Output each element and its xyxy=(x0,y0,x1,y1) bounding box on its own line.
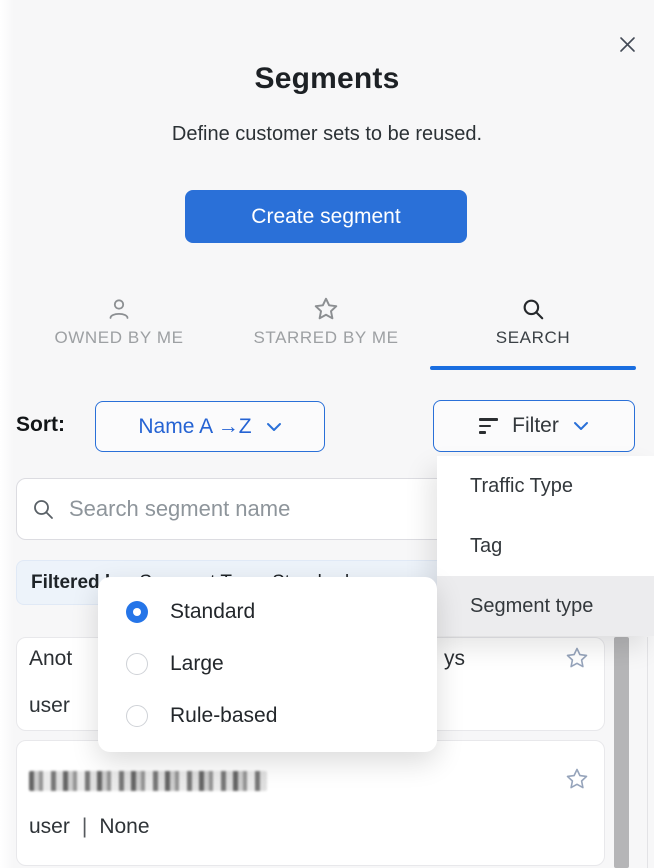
chevron-down-icon xyxy=(573,421,589,431)
radio-selected-icon xyxy=(126,601,148,623)
segment-meta-type: user xyxy=(29,815,70,839)
radio-unselected-icon xyxy=(126,653,148,675)
create-segment-button[interactable]: Create segment xyxy=(185,190,467,243)
sort-dropdown[interactable]: Name A →Z xyxy=(95,401,325,452)
chevron-down-icon xyxy=(266,422,282,432)
sort-dropdown-value: Name A →Z xyxy=(138,415,251,439)
segment-meta-separator: | xyxy=(82,815,87,839)
radio-option-rule-based[interactable]: Rule-based xyxy=(98,690,437,742)
tab-starred-by-me[interactable]: STARRED BY ME xyxy=(223,296,429,348)
segments-drawer: Segments Define customer sets to be reus… xyxy=(0,0,654,868)
radio-option-label: Standard xyxy=(170,600,255,624)
tab-owned-by-me[interactable]: OWNED BY ME xyxy=(16,296,222,348)
star-toggle-button[interactable] xyxy=(565,767,589,791)
segment-meta: user | None xyxy=(29,815,150,839)
segment-meta: user xyxy=(29,694,70,718)
sort-label: Sort: xyxy=(16,413,65,437)
star-icon xyxy=(565,767,589,791)
tab-label: OWNED BY ME xyxy=(54,328,183,348)
segment-title-fragment: ys xyxy=(444,647,465,671)
radio-unselected-icon xyxy=(126,705,148,727)
scrollbar-thumb[interactable] xyxy=(614,637,629,868)
star-icon xyxy=(565,646,589,670)
scroll-area-divider xyxy=(647,637,648,868)
tab-search[interactable]: SEARCH xyxy=(430,296,636,348)
filter-menu-item-tag[interactable]: Tag xyxy=(437,516,654,576)
page-subtitle: Define customer sets to be reused. xyxy=(0,123,654,146)
tab-label: STARRED BY ME xyxy=(253,328,398,348)
redacted-segment-name xyxy=(29,771,267,791)
filter-dropdown-label: Filter xyxy=(512,414,559,438)
segment-card[interactable]: user | None xyxy=(16,740,605,866)
radio-option-label: Large xyxy=(170,652,224,676)
filter-icon xyxy=(479,418,498,434)
star-toggle-button[interactable] xyxy=(565,646,589,670)
tab-label: SEARCH xyxy=(496,328,570,348)
search-icon xyxy=(520,296,546,322)
radio-option-label: Rule-based xyxy=(170,704,277,728)
segment-type-popover: Standard Large Rule-based xyxy=(98,577,437,752)
close-button[interactable] xyxy=(616,33,638,55)
person-icon xyxy=(106,296,132,322)
filter-dropdown[interactable]: Filter xyxy=(433,400,635,452)
star-icon xyxy=(313,296,339,322)
search-icon xyxy=(31,497,55,521)
close-icon xyxy=(619,36,636,53)
active-tab-underline xyxy=(430,366,636,370)
filter-menu-item-segment-type[interactable]: Segment type xyxy=(437,576,654,636)
filter-menu: Traffic Type Tag Segment type xyxy=(437,456,654,636)
radio-option-large[interactable]: Large xyxy=(98,638,437,690)
filter-menu-item-traffic-type[interactable]: Traffic Type xyxy=(437,456,654,516)
segment-meta-value: None xyxy=(99,815,149,839)
segment-title-fragment: Anot xyxy=(29,647,72,671)
page-title: Segments xyxy=(0,62,654,96)
radio-option-standard[interactable]: Standard xyxy=(98,586,437,638)
